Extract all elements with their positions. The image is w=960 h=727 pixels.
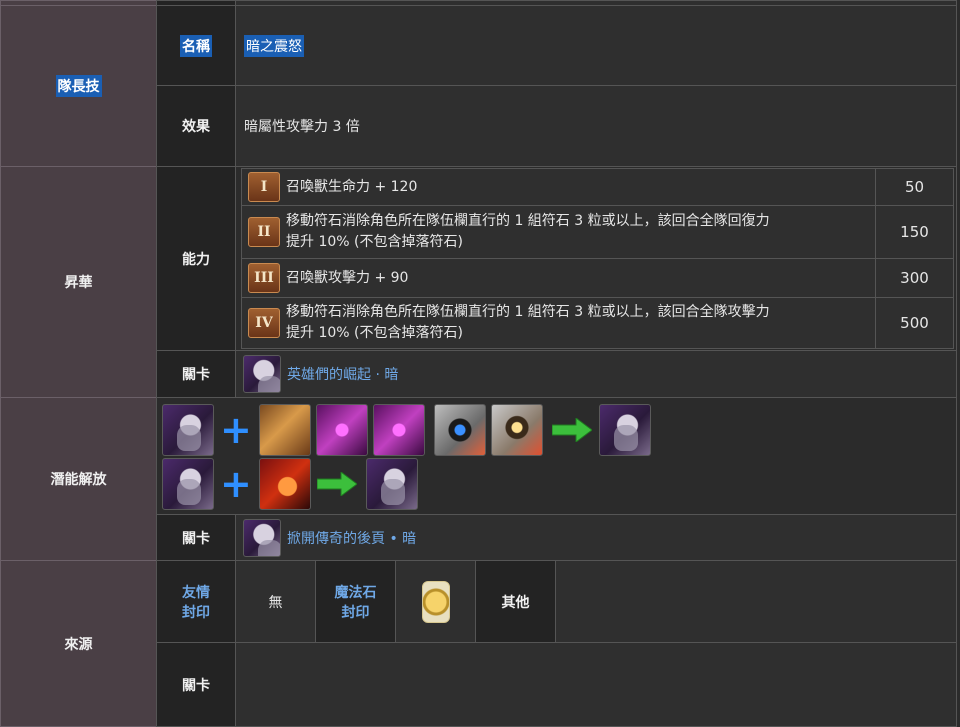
card-detail-table: 隊長技 名稱 暗之震怒 效果 暗屬性攻擊力 3 倍 昇華 能力 I 召喚獸生命力…	[0, 0, 960, 727]
ascension-title: 昇華	[64, 275, 93, 291]
friend-seal-value-cell: 無	[235, 560, 316, 643]
plus-icon-2: +	[220, 462, 252, 506]
name-value-cell: 暗之震怒	[235, 5, 957, 86]
ability-row-4: IV 移動符石消除角色所在隊伍欄直行的 1 組符石 3 粒或以上，該回合全隊攻擊…	[241, 297, 876, 349]
material-purple-dragon-icon-2[interactable]	[373, 404, 425, 456]
magic-stone-value-cell	[395, 560, 476, 643]
effect-value-cell: 暗屬性攻擊力 3 倍	[235, 85, 957, 167]
magic-stone-gem-icon	[421, 580, 450, 623]
ascension-category: 昇華	[0, 166, 157, 398]
magic-stone-seal-cell[interactable]: 魔法石 封印	[315, 560, 396, 643]
plus-icon: +	[220, 408, 252, 452]
roman-three-icon: III	[248, 263, 280, 293]
ascension-stage-label: 關卡	[182, 367, 210, 383]
material-golden-beast-icon[interactable]	[259, 404, 311, 456]
potential-stage-label-cell: 關卡	[156, 514, 236, 561]
result-card-portrait-icon[interactable]	[599, 404, 651, 456]
evolve-arrow-icon	[552, 418, 592, 442]
ability-label: 能力	[182, 251, 210, 268]
ascension-stage-cell: 英雄們的崛起 · 暗	[235, 350, 957, 398]
source-stage-label-cell: 關卡	[156, 642, 236, 727]
potential-stage-cell: 掀開傳奇的後頁 • 暗	[235, 514, 957, 561]
potential-stage-label: 關卡	[182, 530, 210, 547]
ability-3-cost: 300	[900, 269, 929, 287]
roman-four-icon: IV	[248, 308, 280, 338]
other-label: 其他	[501, 594, 530, 611]
ability-2-text-line2: 提升 10% (不包含掉落符石)	[286, 234, 463, 250]
friend-seal-line2: 封印	[182, 604, 210, 621]
potential-release-title: 潛能解放	[50, 472, 107, 488]
source-category: 來源	[0, 560, 157, 727]
effect-label-cell: 效果	[156, 85, 236, 167]
ability-2-cost: 150	[900, 223, 929, 241]
material-purple-dragon-icon[interactable]	[316, 404, 368, 456]
name-label: 名稱	[180, 34, 212, 57]
ability-2-cost-cell: 150	[875, 205, 954, 259]
ability-3-text: 召喚獸攻擊力 + 90	[286, 269, 409, 286]
source-stage-label: 關卡	[182, 677, 210, 694]
result-card-portrait-icon-2[interactable]	[366, 458, 418, 510]
ability-2-text-line1: 移動符石消除角色所在隊伍欄直行的 1 組符石 3 粒或以上，該回合全隊回復力	[286, 213, 770, 229]
ability-row-1: I 召喚獸生命力 + 120	[241, 168, 876, 206]
friend-seal-line1: 友情	[182, 584, 210, 601]
ability-4-text-line1: 移動符石消除角色所在隊伍欄直行的 1 組符石 3 粒或以上，該回合全隊攻擊力	[286, 304, 770, 320]
ability-3-cost-cell: 300	[875, 258, 954, 298]
ability-row-2: II 移動符石消除角色所在隊伍欄直行的 1 組符石 3 粒或以上，該回合全隊回復…	[241, 205, 876, 259]
effect-label: 效果	[182, 119, 210, 135]
other-value-cell	[555, 560, 957, 643]
dark-card-portrait-icon[interactable]	[162, 404, 214, 456]
leader-skill-category: 隊長技	[0, 5, 157, 167]
ability-4-cost-cell: 500	[875, 297, 954, 349]
magic-stone-seal-line1: 魔法石	[334, 584, 377, 601]
source-title: 來源	[64, 636, 93, 653]
evolve-arrow-icon-2	[317, 472, 357, 496]
ability-4-text-line2: 提升 10% (不包含掉落符石)	[286, 325, 463, 341]
leader-skill-effect: 暗屬性攻擊力 3 倍	[244, 119, 360, 135]
ability-1-cost: 50	[904, 178, 925, 196]
friend-seal-cell[interactable]: 友情 封印	[156, 560, 236, 643]
ability-row-3: III 召喚獸攻擊力 + 90	[241, 258, 876, 298]
potential-release-materials: + +	[156, 397, 957, 515]
stage-portrait-icon[interactable]	[243, 355, 281, 393]
potential-stage-portrait-icon[interactable]	[243, 518, 281, 557]
roman-one-icon: I	[248, 172, 280, 202]
ability-1-text: 召喚獸生命力 + 120	[286, 178, 418, 195]
potential-stage-link[interactable]: 掀開傳奇的後頁 • 暗	[287, 528, 416, 548]
material-fire-beast-icon[interactable]	[259, 458, 311, 510]
potential-release-category: 潛能解放	[0, 397, 157, 561]
leader-skill-name: 暗之震怒	[244, 34, 304, 57]
name-label-cell: 名稱	[156, 5, 236, 86]
material-gold-orb-icon[interactable]	[491, 404, 543, 456]
source-stage-cell	[235, 642, 957, 727]
material-blue-orb-icon[interactable]	[434, 404, 486, 456]
roman-two-icon: II	[248, 217, 280, 247]
dark-card-portrait-icon-2[interactable]	[162, 458, 214, 510]
leader-skill-title: 隊長技	[55, 75, 102, 97]
friend-seal-value: 無	[268, 594, 283, 611]
other-label-cell: 其他	[475, 560, 556, 643]
ascension-stage-link[interactable]: 英雄們的崛起 · 暗	[287, 364, 398, 384]
ability-label-cell: 能力	[156, 166, 236, 351]
magic-stone-seal-line2: 封印	[341, 604, 370, 621]
ability-1-cost-cell: 50	[875, 168, 954, 206]
ascension-stage-label-cell: 關卡	[156, 350, 236, 398]
ability-4-cost: 500	[900, 314, 929, 332]
